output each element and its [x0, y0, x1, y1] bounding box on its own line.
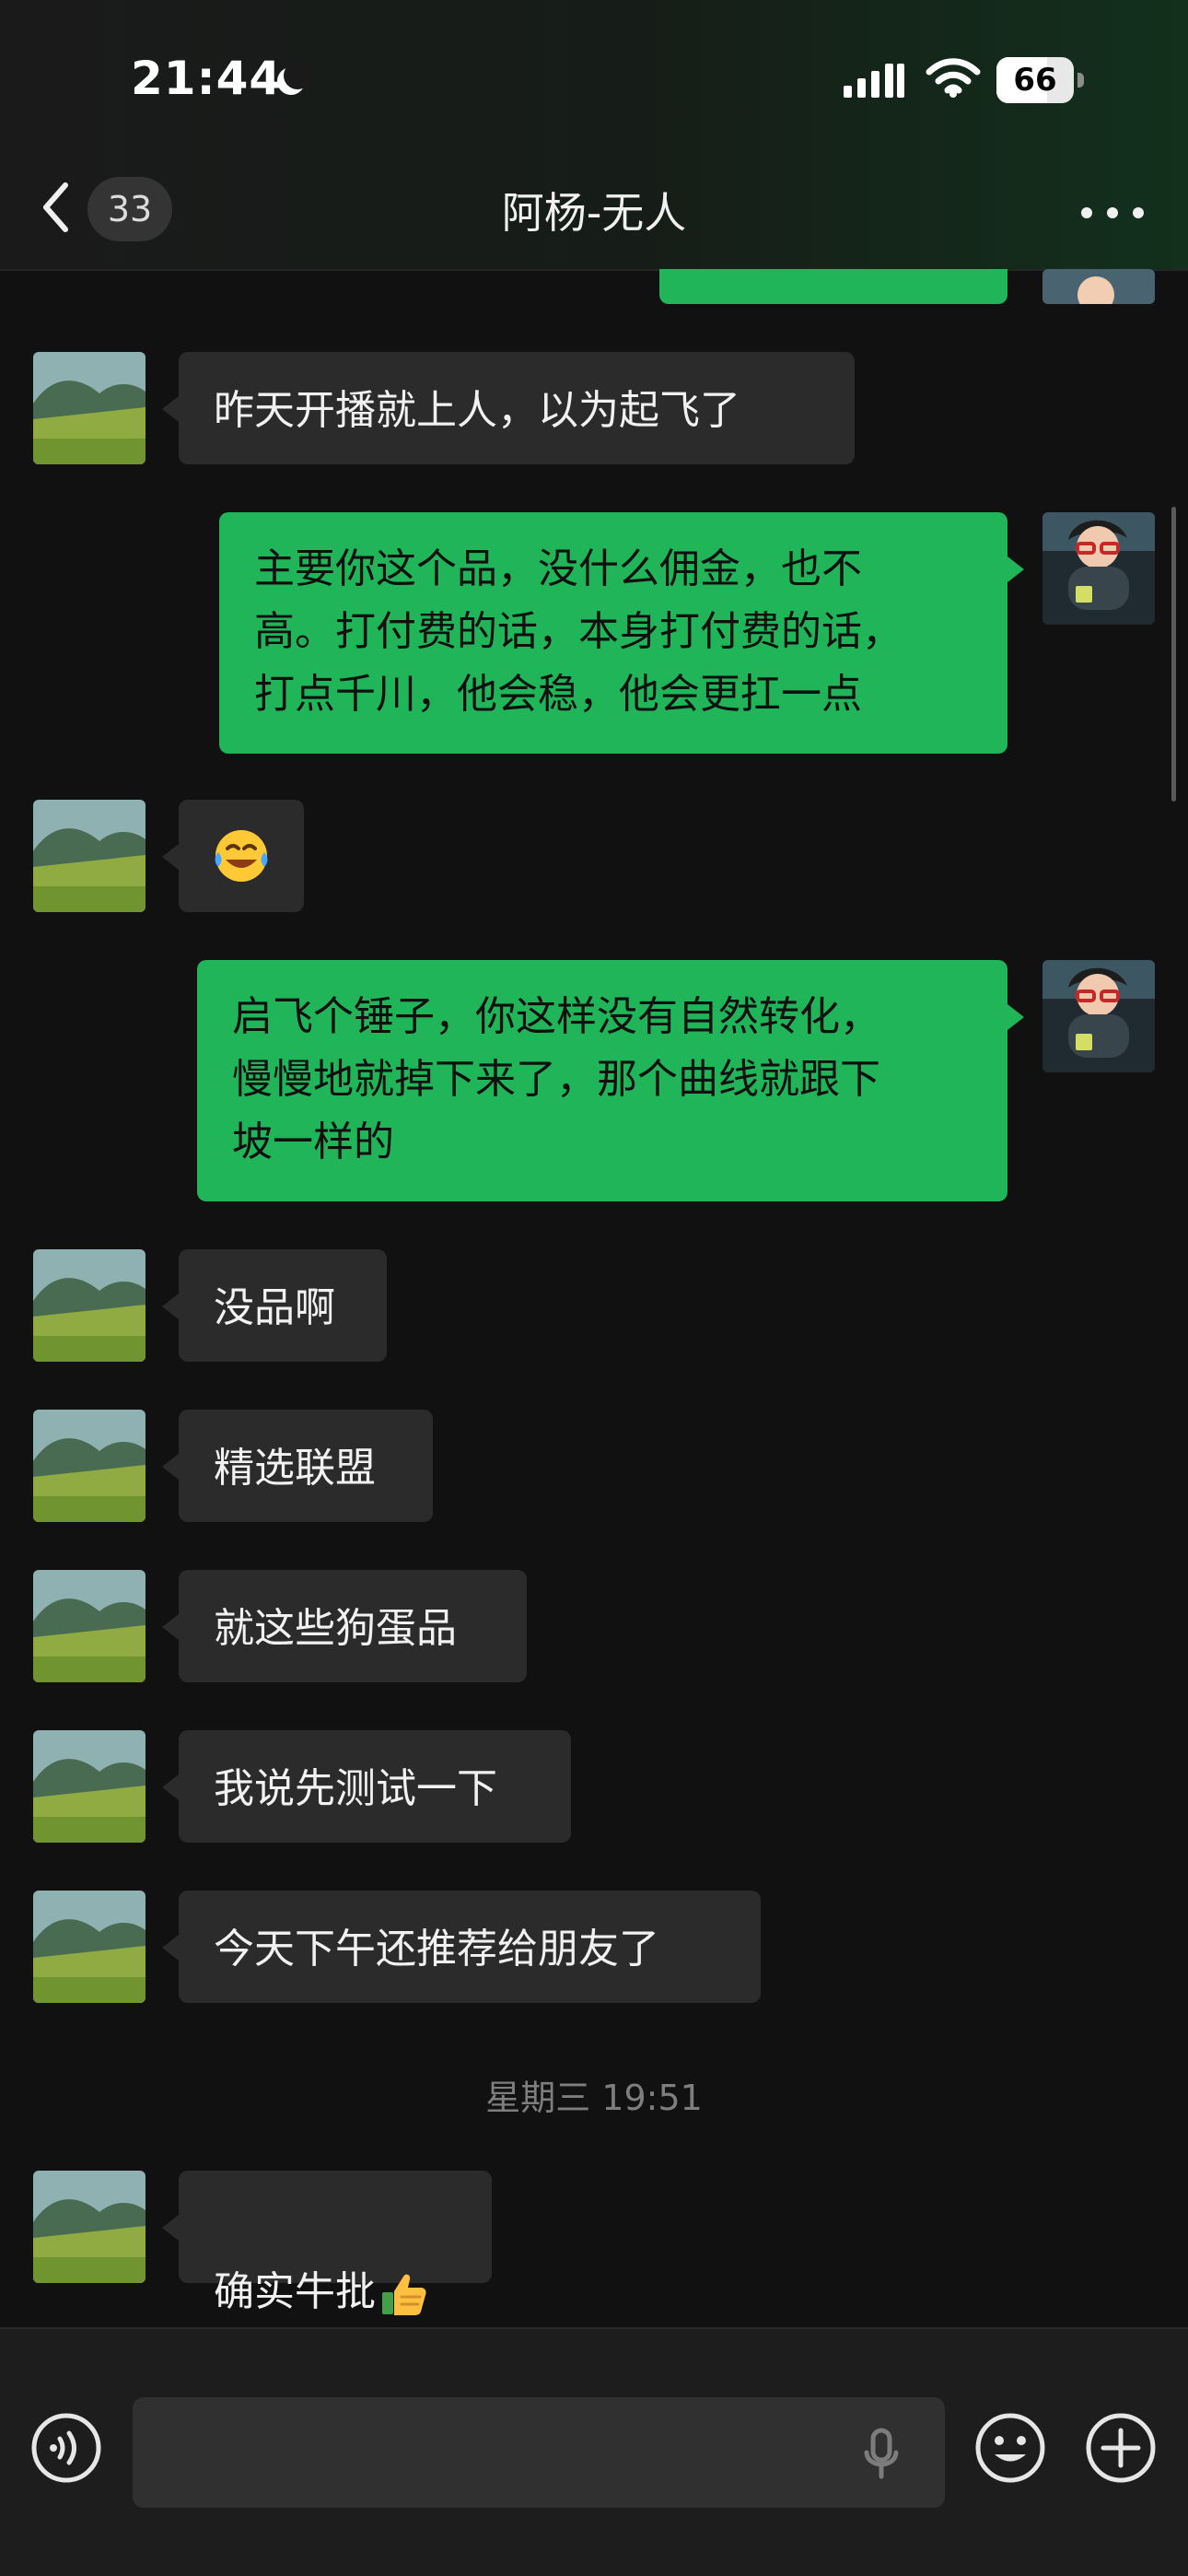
wifi-icon — [926, 58, 981, 98]
cartoon-avatar-image — [1042, 960, 1155, 1072]
chat-input-bar — [0, 2327, 1188, 2576]
landscape-avatar-image — [33, 1410, 146, 1522]
scroll-indicator[interactable] — [1171, 507, 1176, 802]
landscape-avatar-image — [33, 1730, 146, 1843]
unread-count-badge[interactable]: 33 — [87, 177, 172, 241]
message-text: 确实牛批 — [214, 2268, 376, 2315]
message-bubble-with-emoji[interactable]: 确实牛批 — [162, 2171, 492, 2315]
thumbs-up-emoji — [382, 2274, 426, 2315]
landscape-avatar[interactable] — [33, 1410, 146, 1522]
cartoon-avatar-image — [1042, 512, 1155, 625]
partial-outgoing-bubble — [659, 269, 1007, 304]
plus-icon[interactable] — [1083, 2410, 1159, 2486]
message-input[interactable] — [133, 2397, 945, 2508]
landscape-avatar[interactable] — [33, 1730, 146, 1843]
landscape-avatar[interactable] — [33, 1249, 146, 1362]
message-bubble[interactable]: 我说先测试一下 — [162, 1730, 571, 1843]
cellular-signal-icon — [844, 64, 904, 98]
landscape-avatar-image — [33, 1570, 146, 1682]
message-bubble[interactable]: 没品啊 — [162, 1249, 387, 1362]
battery-indicator: 66 — [996, 57, 1085, 103]
message-bubble[interactable]: 精选联盟 — [162, 1410, 433, 1522]
landscape-avatar-image — [33, 352, 146, 464]
chat-header: 33 阿杨-无人 — [0, 157, 1188, 271]
status-bar: 21:44 66 — [0, 0, 1188, 157]
landscape-avatar-image — [33, 1249, 146, 1362]
landscape-avatar[interactable] — [33, 1570, 146, 1682]
chat-screen: 21:44 66 33 阿杨-无人 昨天开播就上人，以为起飞了 主要你这个品，没… — [0, 0, 1188, 2576]
cartoon-avatar-image — [1042, 269, 1155, 304]
landscape-avatar-image — [33, 2171, 146, 2283]
message-bubble[interactable]: 启飞个锤子，你这样没有自然转化， 慢慢地就掉下来了，那个曲线就跟下 坡一样的 — [197, 960, 1024, 1201]
microphone-icon[interactable] — [862, 2427, 901, 2480]
landscape-avatar[interactable] — [33, 2171, 146, 2283]
partial-cartoon-avatar — [1042, 269, 1155, 304]
emoji-icon[interactable] — [973, 2410, 1048, 2486]
landscape-avatar[interactable] — [33, 1891, 146, 2003]
cartoon-avatar[interactable] — [1042, 960, 1155, 1072]
cartoon-avatar[interactable] — [1042, 512, 1155, 625]
message-bubble[interactable]: 昨天开播就上人，以为起飞了 — [162, 352, 855, 464]
message-bubble[interactable]: 就这些狗蛋品 — [162, 1570, 527, 1682]
message-bubble[interactable]: 主要你这个品，没什么佣金，也不 高。打付费的话，本身打付费的话， 打点千川，他会… — [219, 512, 1024, 754]
message-bubble[interactable]: 今天下午还推荐给朋友了 — [162, 1891, 761, 2003]
battery-body: 66 — [996, 57, 1074, 103]
laughing-crying-emoji — [215, 830, 268, 882]
landscape-avatar[interactable] — [33, 352, 146, 464]
chat-title: 阿杨-无人 — [501, 188, 687, 238]
status-time: 21:44 — [131, 52, 283, 105]
emoji-message-bubble[interactable] — [162, 800, 304, 912]
moon-icon — [277, 63, 309, 95]
battery-percent: 66 — [1013, 62, 1057, 99]
landscape-avatar-image — [33, 1891, 146, 2003]
battery-cap — [1077, 73, 1084, 88]
message-date-separator: 星期三 19:51 — [485, 2078, 703, 2118]
landscape-avatar-image — [33, 800, 146, 912]
landscape-avatar[interactable] — [33, 800, 146, 912]
more-dots-icon[interactable] — [1077, 201, 1147, 225]
back-arrow-icon[interactable] — [35, 180, 79, 235]
voice-icon[interactable] — [29, 2410, 104, 2486]
